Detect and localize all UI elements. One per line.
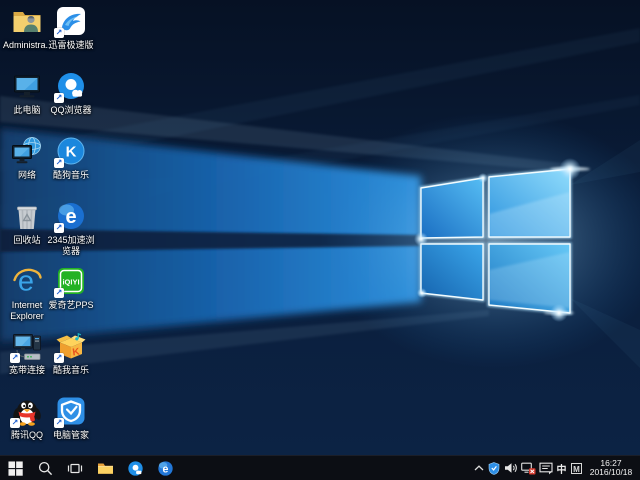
svg-text:iQIYI: iQIYI [62, 278, 79, 287]
ime-m-indicator: M [571, 463, 582, 474]
desktop-icon-label: 爱奇艺PPS [47, 300, 95, 311]
desktop-icon-label: Internet Explorer [3, 300, 51, 321]
qq-penguin-icon: ↗ [11, 395, 43, 427]
recycle-bin-icon [11, 200, 43, 232]
qq-browser-icon: ↗ [55, 70, 87, 102]
monitor-icon [11, 70, 43, 102]
system-tray: 中 M 16:27 2016/10/18 [472, 456, 640, 480]
clock-date: 2016/10/18 [590, 468, 633, 478]
ime-chinese-indicator: 中 [557, 461, 567, 476]
taskbar-2345-browser-button[interactable]: e [150, 456, 180, 480]
shortcut-arrow-icon: ↗ [54, 288, 64, 298]
shortcut-arrow-icon: ↗ [54, 28, 64, 38]
taskbar: e [0, 455, 640, 480]
svg-text:e: e [65, 206, 76, 228]
desktop-icon-label: 迅雷极速版 [47, 40, 95, 51]
start-button[interactable] [0, 456, 30, 480]
tray-pc-manager[interactable] [486, 456, 502, 480]
desktop-icon-label: 酷狗音乐 [47, 170, 95, 181]
shortcut-arrow-icon: ↗ [54, 223, 64, 233]
desktop-icon-label: Administra... [3, 40, 51, 51]
desktop-icon-qq-browser[interactable]: ↗ QQ浏览器 [47, 70, 95, 116]
network-globe-monitor-icon [11, 135, 43, 167]
desktop-icon-tencent-qq[interactable]: ↗ 腾讯QQ [3, 395, 51, 441]
desktop-icon-label: 网络 [3, 170, 51, 181]
windows-logo-icon [8, 461, 23, 476]
pc-manager-shield-icon: ↗ [55, 395, 87, 427]
desktop-icon-label: 酷我音乐 [47, 365, 95, 376]
shortcut-arrow-icon: ↗ [10, 353, 20, 363]
kugou-k-icon: K ↗ [55, 135, 87, 167]
kuwo-box-icon: K ↗ [55, 330, 87, 362]
qq-browser-icon [127, 460, 144, 477]
desktop-icon-kuwo-music[interactable]: K ↗ 酷我音乐 [47, 330, 95, 376]
desktop-icon-network[interactable]: 网络 [3, 135, 51, 181]
shortcut-arrow-icon: ↗ [54, 353, 64, 363]
svg-text:e: e [162, 463, 168, 475]
taskbar-clock[interactable]: 16:27 2016/10/18 [584, 456, 638, 480]
desktop[interactable]: Administra... ↗ 迅雷极速版 [0, 0, 640, 455]
desktop-icon-recycle-bin[interactable]: 回收站 [3, 200, 51, 246]
tray-ime-language[interactable]: M [569, 456, 584, 480]
desktop-icon-label: 宽带连接 [3, 365, 51, 376]
shortcut-arrow-icon: ↗ [10, 418, 20, 428]
shortcut-arrow-icon: ↗ [54, 158, 64, 168]
action-center-icon [539, 462, 553, 475]
desktop-icon-thunder-speed[interactable]: ↗ 迅雷极速版 [47, 5, 95, 51]
tray-network-disconnected[interactable] [519, 456, 537, 480]
svg-text:K: K [66, 144, 77, 161]
broadband-connection-icon: ↗ [11, 330, 43, 362]
search-button[interactable] [30, 456, 60, 480]
network-error-icon [521, 462, 536, 475]
tray-volume[interactable] [502, 456, 519, 480]
tray-show-hidden-icons[interactable] [472, 456, 486, 480]
desktop-icon-administrator[interactable]: Administra... [3, 5, 51, 51]
task-view-button[interactable] [60, 456, 90, 480]
tray-ime-mode[interactable]: 中 [554, 456, 569, 480]
desktop-icon-kugou-music[interactable]: K ↗ 酷狗音乐 [47, 135, 95, 181]
file-explorer-button[interactable] [90, 456, 120, 480]
speaker-icon [504, 462, 518, 474]
desktop-icon-label: QQ浏览器 [47, 105, 95, 116]
shield-icon [488, 462, 500, 475]
thunder-bird-icon: ↗ [55, 5, 87, 37]
tray-action-center[interactable] [537, 456, 554, 480]
desktop-icon-internet-explorer[interactable]: e Internet Explorer [3, 265, 51, 321]
desktop-icon-pc-manager[interactable]: ↗ 电脑管家 [47, 395, 95, 441]
desktop-icon-iqiyi-pps[interactable]: iQIYI ↗ 爱奇艺PPS [47, 265, 95, 311]
chevron-up-icon [474, 465, 484, 471]
desktop-icon-label: 电脑管家 [47, 430, 95, 441]
desktop-icon-label: 回收站 [3, 235, 51, 246]
desktop-icon-label: 腾讯QQ [3, 430, 51, 441]
desktop-icon-this-pc[interactable]: 此电脑 [3, 70, 51, 116]
iqiyi-icon: iQIYI ↗ [55, 265, 87, 297]
task-view-icon [67, 462, 83, 475]
2345-e-sphere-icon: e [157, 460, 174, 477]
user-folder-icon [11, 5, 43, 37]
desktop-icon-broadband[interactable]: ↗ 宽带连接 [3, 330, 51, 376]
2345-e-sphere-icon: e ↗ [55, 200, 87, 232]
search-icon [38, 461, 53, 476]
desktop-icon-label: 此电脑 [3, 105, 51, 116]
ie-logo-icon: e [11, 265, 43, 297]
desktop-icon-2345-browser[interactable]: e ↗ 2345加速浏览器 [47, 200, 95, 256]
taskbar-qq-browser-button[interactable] [120, 456, 150, 480]
shortcut-arrow-icon: ↗ [54, 418, 64, 428]
shortcut-arrow-icon: ↗ [54, 93, 64, 103]
windows-desktop-screen: Administra... ↗ 迅雷极速版 [0, 0, 640, 480]
folder-icon [97, 461, 114, 476]
desktop-icon-label: 2345加速浏览器 [47, 235, 95, 256]
